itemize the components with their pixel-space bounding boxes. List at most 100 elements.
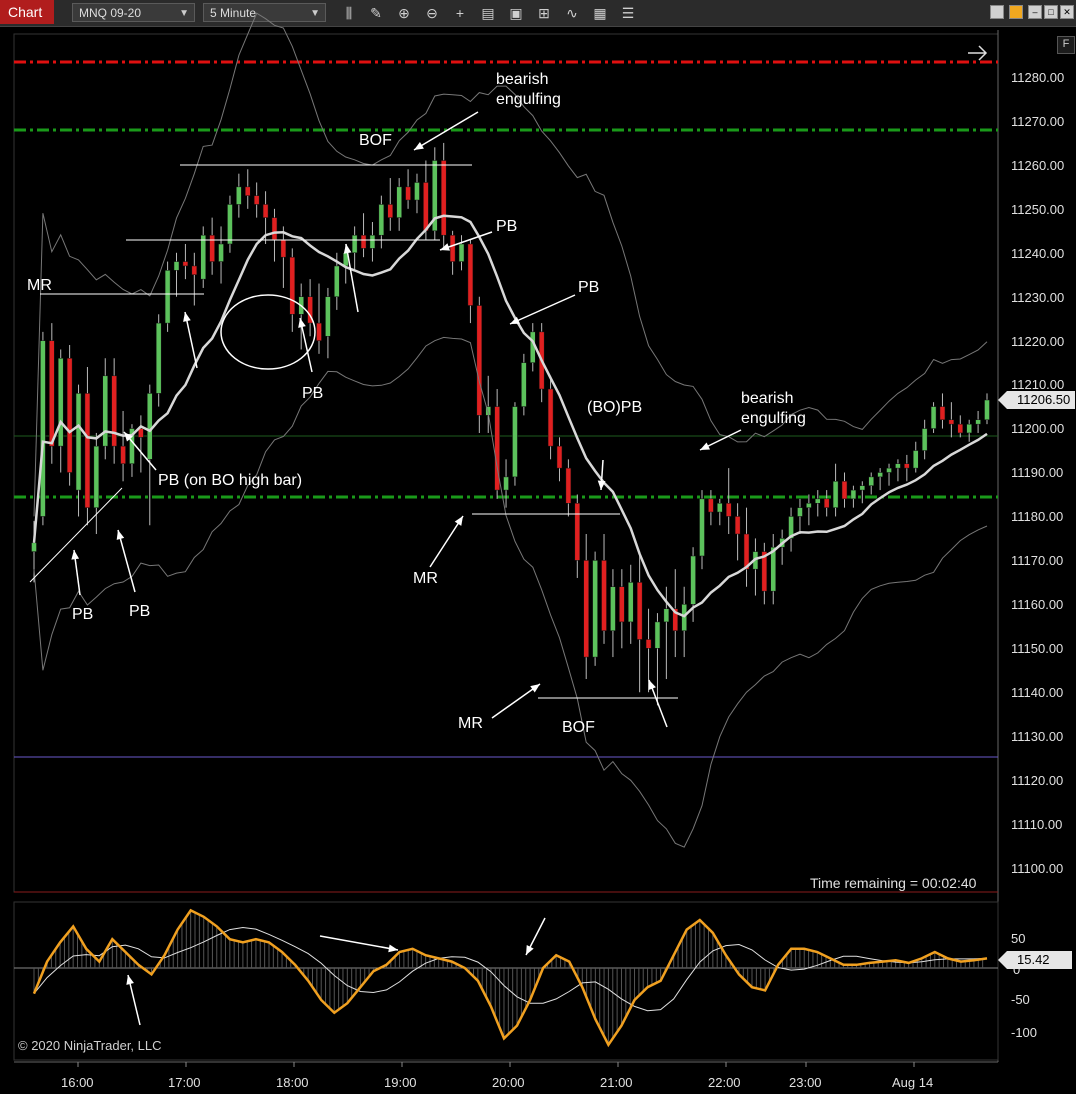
- copyright-text: © 2020 NinjaTrader, LLC: [18, 1038, 162, 1053]
- price-tick: 11110.00: [1011, 817, 1063, 832]
- candle-body: [93, 445, 100, 508]
- candle-body: [467, 243, 474, 306]
- time-tick: 21:00: [600, 1075, 633, 1090]
- candle-body: [841, 481, 848, 500]
- candle-body: [681, 604, 687, 631]
- candle-body: [627, 582, 634, 623]
- candle-body: [236, 186, 242, 205]
- arrow-head: [388, 944, 398, 953]
- arrow-head: [126, 975, 134, 985]
- candle-body: [957, 423, 964, 434]
- candle-body: [191, 265, 198, 276]
- candle-body: [654, 621, 661, 649]
- candle-body: [253, 195, 260, 205]
- annotation-mr: MR: [413, 570, 438, 587]
- candle-body: [547, 388, 554, 447]
- candle-body: [823, 498, 830, 508]
- price-tick: 11220.00: [1011, 334, 1065, 349]
- candle-body: [396, 186, 402, 218]
- annotation-pb-bo-high: PB (on BO high bar): [158, 472, 303, 489]
- candle-body: [111, 375, 117, 447]
- candle-body: [289, 256, 296, 315]
- candle-body: [939, 406, 946, 421]
- candle-body: [895, 463, 901, 469]
- candle-body: [565, 467, 572, 504]
- candle-body: [850, 489, 857, 500]
- annotation-bearish-engulfing: bearish: [496, 71, 549, 88]
- candle-body: [405, 186, 411, 201]
- candle-body: [387, 204, 394, 218]
- panel-f-button[interactable]: F: [1057, 36, 1075, 54]
- time-tick: Aug 14: [892, 1075, 934, 1090]
- price-tick: 11140.00: [1011, 685, 1064, 700]
- indicator-line: [32, 908, 988, 1048]
- price-tick: 11190.00: [1011, 465, 1064, 480]
- arrow-head: [298, 318, 306, 328]
- price-tick: 11180.00: [1011, 509, 1064, 524]
- arrow-head: [530, 684, 540, 693]
- arrow-head: [454, 516, 463, 526]
- candle-body: [423, 182, 429, 232]
- candle-body: [645, 639, 652, 649]
- candle-body: [75, 393, 82, 491]
- lower-band-line: [33, 336, 988, 848]
- price-chart[interactable]: [0, 0, 1076, 1094]
- price-tick: 11260.00: [1011, 158, 1065, 173]
- price-tick: 11250.00: [1011, 202, 1065, 217]
- candle-body: [708, 498, 714, 513]
- candle-body: [147, 393, 153, 460]
- candle-body: [583, 560, 589, 658]
- candle-body: [476, 305, 483, 416]
- candle-body: [975, 419, 981, 425]
- candle-body: [57, 357, 64, 447]
- price-tick: 11170.00: [1011, 553, 1064, 568]
- candle-body: [859, 485, 866, 491]
- candle-body: [369, 234, 376, 249]
- annotation-pb: PB: [72, 606, 94, 623]
- candle-body: [636, 582, 643, 640]
- candle-body: [449, 234, 456, 262]
- candle-body: [574, 503, 581, 561]
- scroll-right-icon: [968, 45, 988, 61]
- price-tick: 11120.00: [1011, 773, 1064, 788]
- candle-body: [102, 375, 109, 447]
- annotation-arrow: [319, 935, 399, 951]
- candle-body: [806, 503, 812, 508]
- candle-body: [886, 467, 892, 473]
- price-tick: 11150.00: [1011, 641, 1064, 656]
- indicator-tick: -100: [1011, 1025, 1038, 1040]
- candle-body: [734, 516, 741, 535]
- candle-body: [378, 204, 385, 236]
- candle-body: [227, 204, 233, 245]
- arrow-head: [440, 243, 450, 251]
- arrow-head: [648, 680, 656, 690]
- annotation-bearish-engulfing: engulfing: [496, 91, 561, 108]
- candle-body: [868, 476, 874, 486]
- arrow-head: [343, 244, 352, 254]
- candle-body: [334, 265, 340, 297]
- candle-body: [31, 542, 37, 552]
- candle-body: [556, 445, 563, 469]
- candle-body: [440, 160, 447, 236]
- annotation-bo-pb: (BO)PB: [587, 399, 643, 416]
- candle-body: [218, 243, 224, 262]
- candle-body: [877, 472, 883, 478]
- price-tick: 11200.00: [1011, 421, 1065, 436]
- time-tick: 16:00: [61, 1075, 94, 1090]
- candle-body: [592, 560, 598, 658]
- candle-body: [120, 445, 126, 464]
- time-tick: 23:00: [789, 1075, 822, 1090]
- candle-body: [930, 406, 937, 429]
- candle-body: [797, 507, 803, 517]
- time-tick: 19:00: [384, 1075, 417, 1090]
- arrow-head: [414, 141, 424, 150]
- annotation-bof: BOF: [359, 132, 392, 149]
- last-price-marker: 11206.50: [998, 391, 1075, 409]
- candle-body: [40, 340, 46, 517]
- annotation-bof: BOF: [562, 719, 595, 736]
- price-tick: 11240.00: [1011, 246, 1065, 261]
- annotation-pb: PB: [578, 279, 600, 296]
- annotation-bearish-engulfing: bearish: [741, 390, 794, 407]
- candle-body: [458, 243, 465, 262]
- annotation-arrow: [509, 294, 576, 325]
